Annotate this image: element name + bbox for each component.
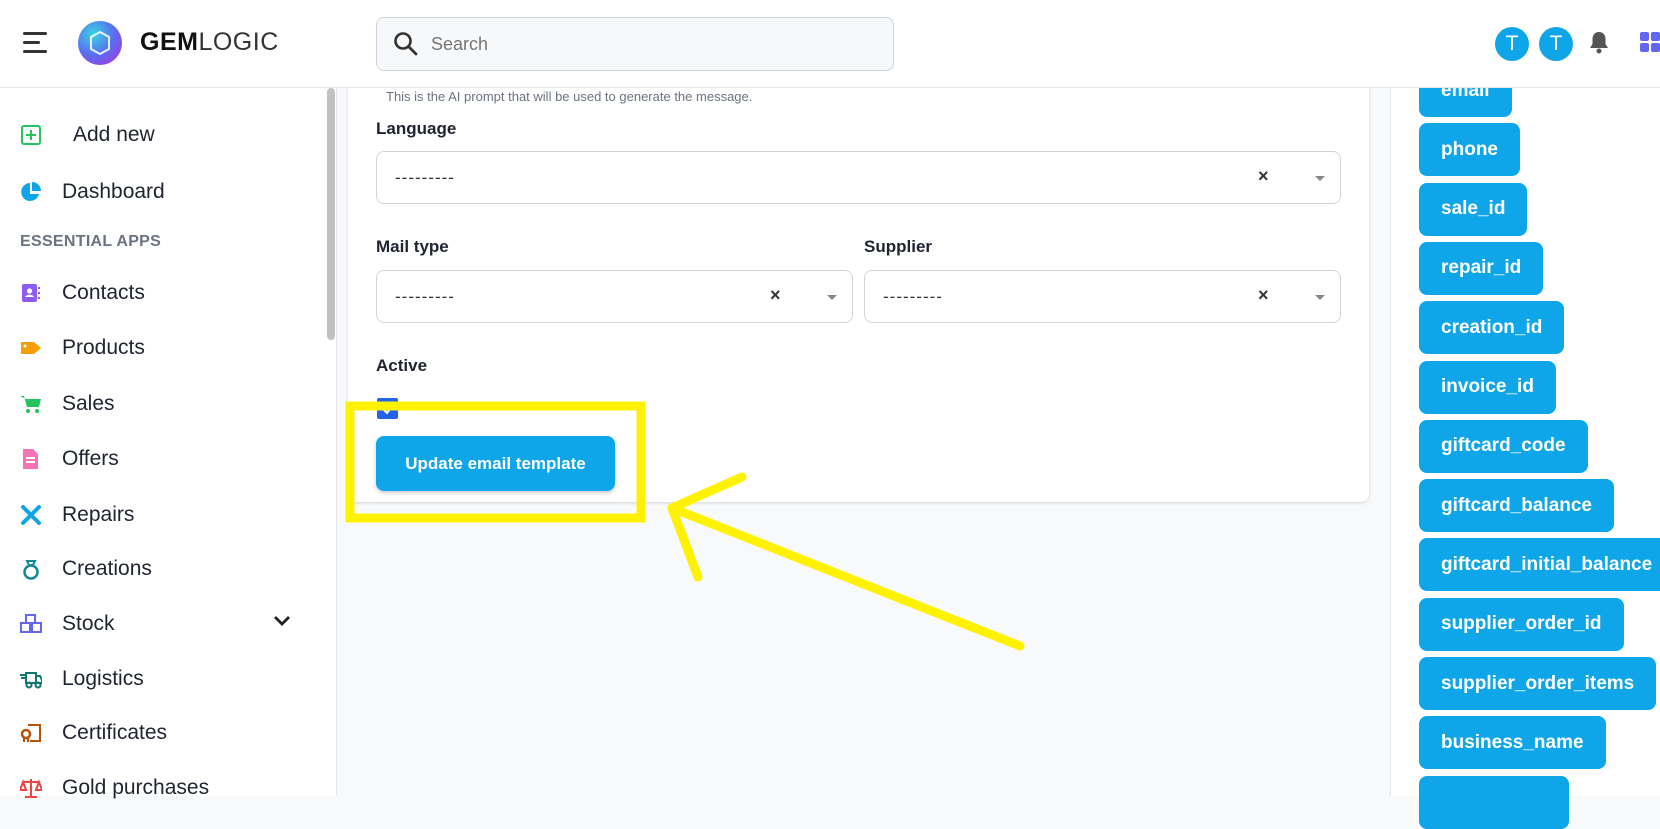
search-input[interactable] — [431, 33, 851, 55]
sidebar-scrollbar[interactable] — [327, 88, 335, 340]
caret-down-icon[interactable] — [827, 295, 837, 300]
sidebar-item-offers[interactable]: Offers — [0, 437, 320, 481]
variable-tag[interactable]: giftcard_code — [1419, 419, 1588, 473]
sidebar-item-logistics[interactable]: Logistics — [0, 657, 320, 701]
sidebar-item-repairs[interactable]: Repairs — [0, 493, 320, 537]
select-value: --------- — [883, 287, 943, 306]
variable-tag[interactable]: giftcard_balance — [1419, 479, 1614, 533]
check-icon — [381, 404, 394, 415]
caret-down-icon[interactable] — [1315, 295, 1325, 300]
variable-tag[interactable]: giftcard_initial_balance — [1419, 538, 1660, 592]
language-select[interactable]: --------- × — [376, 151, 1341, 204]
sidebar-item-label: Dashboard — [62, 180, 165, 203]
update-email-template-button[interactable]: Update email template — [376, 436, 615, 491]
tools-icon — [20, 504, 42, 526]
bell-icon[interactable] — [1588, 30, 1610, 54]
variable-tag[interactable]: supplier_order_id — [1419, 597, 1624, 651]
pie-chart-icon — [20, 181, 42, 203]
clear-icon[interactable]: × — [1258, 166, 1269, 187]
sidebar-item-creations[interactable]: Creations — [0, 547, 320, 591]
top-header: GEMLOGIC T T — [0, 0, 1660, 88]
sidebar-item-stock[interactable]: Stock — [0, 602, 320, 646]
plus-square-icon — [20, 124, 42, 146]
sidebar-item-label: Gold purchases — [62, 776, 210, 799]
clear-icon[interactable]: × — [1258, 285, 1269, 306]
tag-icon — [20, 337, 42, 359]
sidebar-item-label: Contacts — [62, 281, 145, 304]
search-box[interactable] — [376, 17, 894, 71]
sidebar-item-contacts[interactable]: Contacts — [0, 271, 320, 315]
avatar[interactable]: T — [1539, 27, 1573, 61]
search-icon — [394, 32, 418, 56]
sidebar-item-label: Offers — [62, 447, 119, 470]
variable-tag[interactable] — [1419, 775, 1569, 829]
variable-tag[interactable]: repair_id — [1419, 241, 1544, 295]
boxes-icon — [20, 613, 42, 635]
contacts-icon — [20, 282, 42, 304]
select-value: --------- — [395, 287, 455, 306]
active-checkbox[interactable] — [377, 398, 398, 419]
variable-tag[interactable]: business_name — [1419, 716, 1606, 770]
brand-name[interactable]: GEMLOGIC — [140, 28, 279, 57]
sidebar-item-certificates[interactable]: Certificates — [0, 711, 320, 755]
active-label: Active — [376, 356, 428, 375]
sidebar-item-label: Certificates — [62, 721, 168, 744]
clear-icon[interactable]: × — [770, 285, 781, 306]
truck-icon — [20, 668, 42, 690]
mail-type-select[interactable]: --------- × — [376, 270, 853, 323]
sidebar-item-products[interactable]: Products — [0, 326, 320, 370]
sidebar-item-sales[interactable]: Sales — [0, 382, 320, 426]
sidebar-item-label: Add new — [73, 123, 155, 146]
variable-tag[interactable]: invoice_id — [1419, 360, 1556, 414]
sidebar-item-add-new[interactable]: Add new — [0, 113, 320, 157]
sidebar-item-label: Logistics — [62, 667, 144, 690]
cart-icon — [20, 393, 42, 415]
menu-icon[interactable] — [23, 32, 47, 54]
sidebar: Add new Dashboard ESSENTIAL APPS Contact… — [0, 88, 337, 799]
supplier-select[interactable]: --------- × — [864, 270, 1341, 323]
mail-type-label: Mail type — [376, 237, 449, 256]
apps-grid-icon[interactable] — [1640, 32, 1660, 52]
variable-tag[interactable]: creation_id — [1419, 301, 1565, 355]
section-heading: ESSENTIAL APPS — [20, 233, 162, 250]
sidebar-item-label: Stock — [62, 612, 115, 635]
select-value: --------- — [395, 168, 455, 187]
variable-tag[interactable]: supplier_order_items — [1419, 657, 1657, 710]
sidebar-item-dashboard[interactable]: Dashboard — [0, 170, 320, 214]
sidebar-item-label: Creations — [62, 557, 152, 580]
document-icon — [20, 448, 42, 470]
caret-down-icon[interactable] — [1315, 176, 1325, 181]
supplier-label: Supplier — [864, 237, 933, 256]
prompt-help-text: This is the AI prompt that will be used … — [386, 89, 753, 104]
arrow-annotation — [667, 472, 1025, 651]
variable-tag[interactable]: phone — [1419, 123, 1520, 177]
chevron-down-icon[interactable] — [273, 615, 291, 627]
logo-icon — [78, 21, 122, 65]
variable-tag[interactable]: sale_id — [1419, 182, 1528, 236]
sidebar-item-label: Sales — [62, 392, 115, 415]
sidebar-item-label: Products — [62, 336, 145, 359]
sidebar-item-label: Repairs — [62, 503, 135, 526]
sidebar-item-gold-purchases[interactable]: Gold purchases — [0, 766, 320, 810]
certificate-icon — [20, 722, 42, 744]
ring-icon — [20, 558, 42, 580]
avatar[interactable]: T — [1495, 27, 1529, 61]
language-label: Language — [376, 119, 457, 138]
